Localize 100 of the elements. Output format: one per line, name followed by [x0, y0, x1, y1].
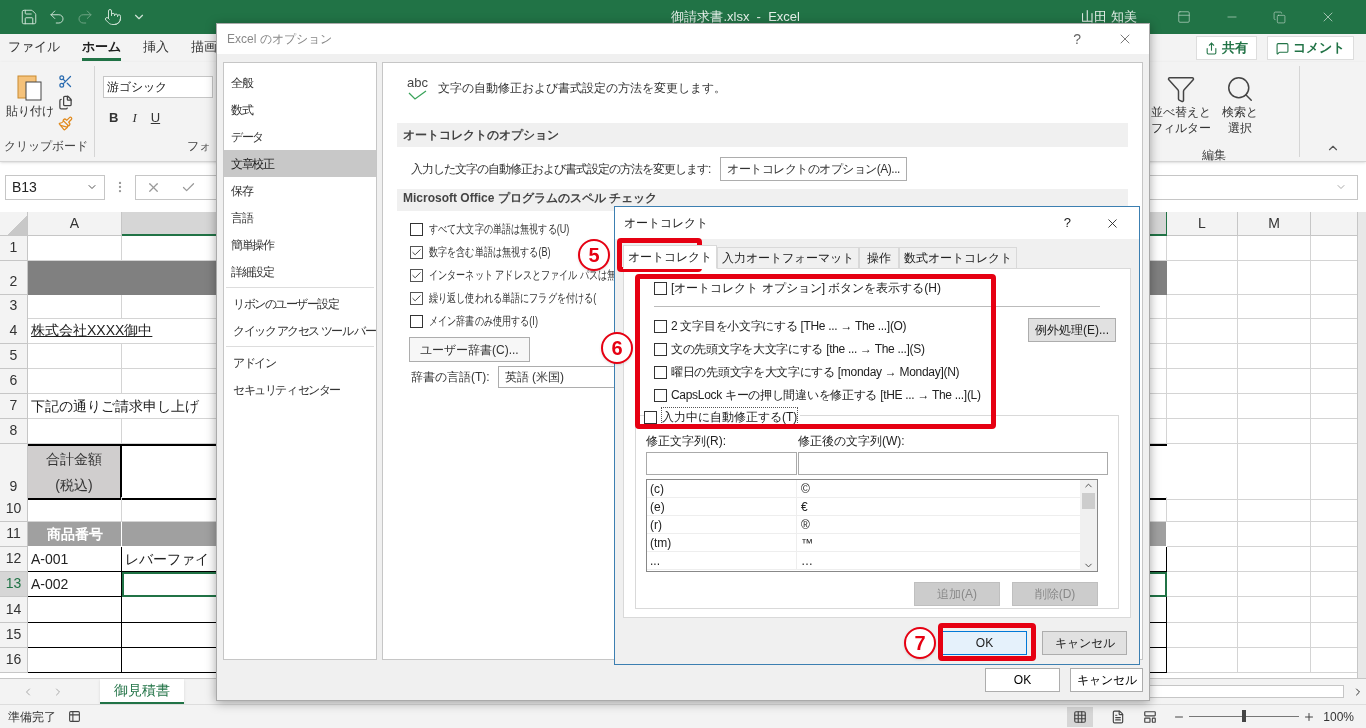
- list-cell: ...: [647, 552, 797, 569]
- row-number[interactable]: 2: [0, 261, 28, 295]
- row-number[interactable]: 3: [0, 295, 28, 319]
- column-header[interactable]: M: [1238, 212, 1311, 236]
- font-name-field[interactable]: 游ゴシック: [103, 76, 213, 98]
- nav-item[interactable]: クイック アクセス ツール バー: [226, 317, 374, 344]
- row-number[interactable]: 4: [0, 317, 28, 344]
- with-field[interactable]: [798, 452, 1108, 475]
- checkbox[interactable]: [410, 268, 423, 282]
- table-cell: [1167, 317, 1238, 344]
- column-header[interactable]: A: [28, 212, 122, 236]
- nav-item[interactable]: データ: [224, 123, 376, 150]
- table-cell: [1167, 261, 1238, 295]
- underline-button[interactable]: U: [150, 108, 161, 128]
- replace-field[interactable]: [646, 452, 797, 475]
- checkbox-label: [オートコレクト オプション] ボタンを表示する(H): [671, 280, 941, 297]
- column-header[interactable]: L: [1167, 212, 1238, 236]
- row-number[interactable]: 12: [0, 547, 28, 572]
- restore-icon[interactable]: [1273, 10, 1286, 24]
- cut-icon[interactable]: [58, 74, 73, 89]
- ribbon-tab[interactable]: 挿入: [143, 35, 169, 61]
- touch-icon[interactable]: [104, 8, 122, 26]
- checkbox[interactable]: [654, 319, 667, 333]
- nav-item[interactable]: アドイン: [226, 349, 374, 376]
- redo-icon[interactable]: [76, 8, 94, 26]
- paste-button[interactable]: 貼り付け: [8, 72, 52, 137]
- zoom-slider-thumb[interactable]: [1242, 710, 1247, 722]
- dialog-tab[interactable]: 入力オートフォーマット: [717, 247, 859, 269]
- format-painter-icon[interactable]: [58, 116, 73, 131]
- nav-item[interactable]: 文章校正: [224, 150, 376, 177]
- sort-filter-button[interactable]: 並べ替えとフィルター: [1150, 74, 1212, 136]
- checkbox[interactable]: [654, 365, 667, 379]
- name-box[interactable]: B13: [5, 174, 105, 200]
- nav-item[interactable]: リボンのユーザー設定: [226, 290, 374, 317]
- exceptions-button[interactable]: 例外処理(E)...: [1028, 318, 1116, 342]
- row-number[interactable]: 9: [0, 444, 28, 500]
- vertical-scrollbar[interactable]: [1357, 212, 1366, 678]
- ribbon-tab[interactable]: 描画: [191, 35, 217, 61]
- row-number[interactable]: 13: [0, 572, 28, 597]
- comment-button[interactable]: コメント: [1267, 36, 1354, 60]
- nav-item[interactable]: 全般: [224, 69, 376, 96]
- user-dictionary-button[interactable]: ユーザー辞書(C)...: [409, 337, 530, 362]
- save-icon[interactable]: [20, 8, 38, 26]
- normal-view-button[interactable]: [1067, 706, 1094, 727]
- help-button[interactable]: ?: [1073, 28, 1081, 50]
- dialog-tab[interactable]: オートコレクト: [623, 245, 717, 269]
- share-icon: [1205, 41, 1218, 55]
- cancel-button[interactable]: キャンセル: [1070, 668, 1143, 692]
- checkbox[interactable]: [654, 342, 667, 356]
- row-number[interactable]: 14: [0, 597, 28, 623]
- table-cell: [1167, 648, 1238, 673]
- autocorrect-options-button[interactable]: オートコレクトのオプション(A)...: [720, 157, 907, 181]
- checkbox[interactable]: [654, 388, 667, 402]
- zoom-in-icon[interactable]: [1303, 710, 1316, 723]
- dialog-tab[interactable]: 操作: [859, 247, 899, 269]
- page-layout-icon[interactable]: [1111, 709, 1126, 724]
- group-label: フォ: [186, 138, 212, 155]
- nav-item[interactable]: 簡単操作: [224, 231, 376, 258]
- checkbox[interactable]: [410, 222, 423, 236]
- ok-button[interactable]: OK: [942, 631, 1027, 655]
- help-button[interactable]: ?: [1063, 213, 1071, 233]
- row-number[interactable]: 5: [0, 344, 28, 369]
- checkbox[interactable]: [410, 291, 423, 305]
- row-number[interactable]: 6: [0, 369, 28, 394]
- zoom-level: 100%: [1323, 708, 1354, 726]
- row-number[interactable]: 16: [0, 648, 28, 673]
- group-label: 編集: [1201, 147, 1226, 164]
- checkbox[interactable]: [410, 314, 423, 328]
- copy-icon[interactable]: [58, 95, 73, 110]
- find-select-button[interactable]: 検索と選択: [1220, 74, 1260, 136]
- ok-button[interactable]: OK: [985, 668, 1060, 692]
- macro-record-icon[interactable]: [68, 710, 81, 723]
- row-number[interactable]: 11: [0, 522, 28, 547]
- dialog-tab[interactable]: 数式オートコレクト: [899, 247, 1017, 269]
- checkbox[interactable]: [410, 245, 423, 259]
- nav-item[interactable]: 数式: [224, 96, 376, 123]
- row-number[interactable]: 15: [0, 623, 28, 648]
- italic-button[interactable]: I: [132, 108, 137, 128]
- replacement-list[interactable]: (c) © (e) € (r) ® (tm) ™ ... …: [646, 479, 1098, 572]
- vertical-scrollbar[interactable]: [1080, 480, 1097, 571]
- row-number[interactable]: 8: [0, 419, 28, 444]
- checkbox[interactable]: [654, 281, 667, 295]
- share-button[interactable]: 共有: [1196, 36, 1257, 60]
- row-number[interactable]: 1: [0, 236, 28, 261]
- row-number[interactable]: 7: [0, 394, 28, 419]
- group-label: クリップボード: [3, 138, 89, 155]
- nav-item[interactable]: 保存: [224, 177, 376, 204]
- nav-item[interactable]: 言語: [224, 204, 376, 231]
- checkbox-label: 曜日の先頭文字を大文字にする [monday → Monday](N): [671, 364, 960, 381]
- scrollbar-thumb[interactable]: [1082, 493, 1095, 509]
- ribbon-tab[interactable]: ファイル: [8, 35, 60, 61]
- page-break-icon[interactable]: [1143, 709, 1158, 724]
- row-number[interactable]: 10: [0, 497, 28, 522]
- sheet-tab[interactable]: 御見積書: [100, 679, 184, 704]
- ribbon-display-icon[interactable]: [1177, 10, 1191, 24]
- undo-icon[interactable]: [48, 8, 66, 26]
- cancel-button[interactable]: キャンセル: [1042, 631, 1127, 655]
- nav-item[interactable]: 詳細設定: [224, 258, 376, 285]
- bold-button[interactable]: B: [109, 108, 119, 128]
- list-cell: (e): [647, 498, 797, 515]
